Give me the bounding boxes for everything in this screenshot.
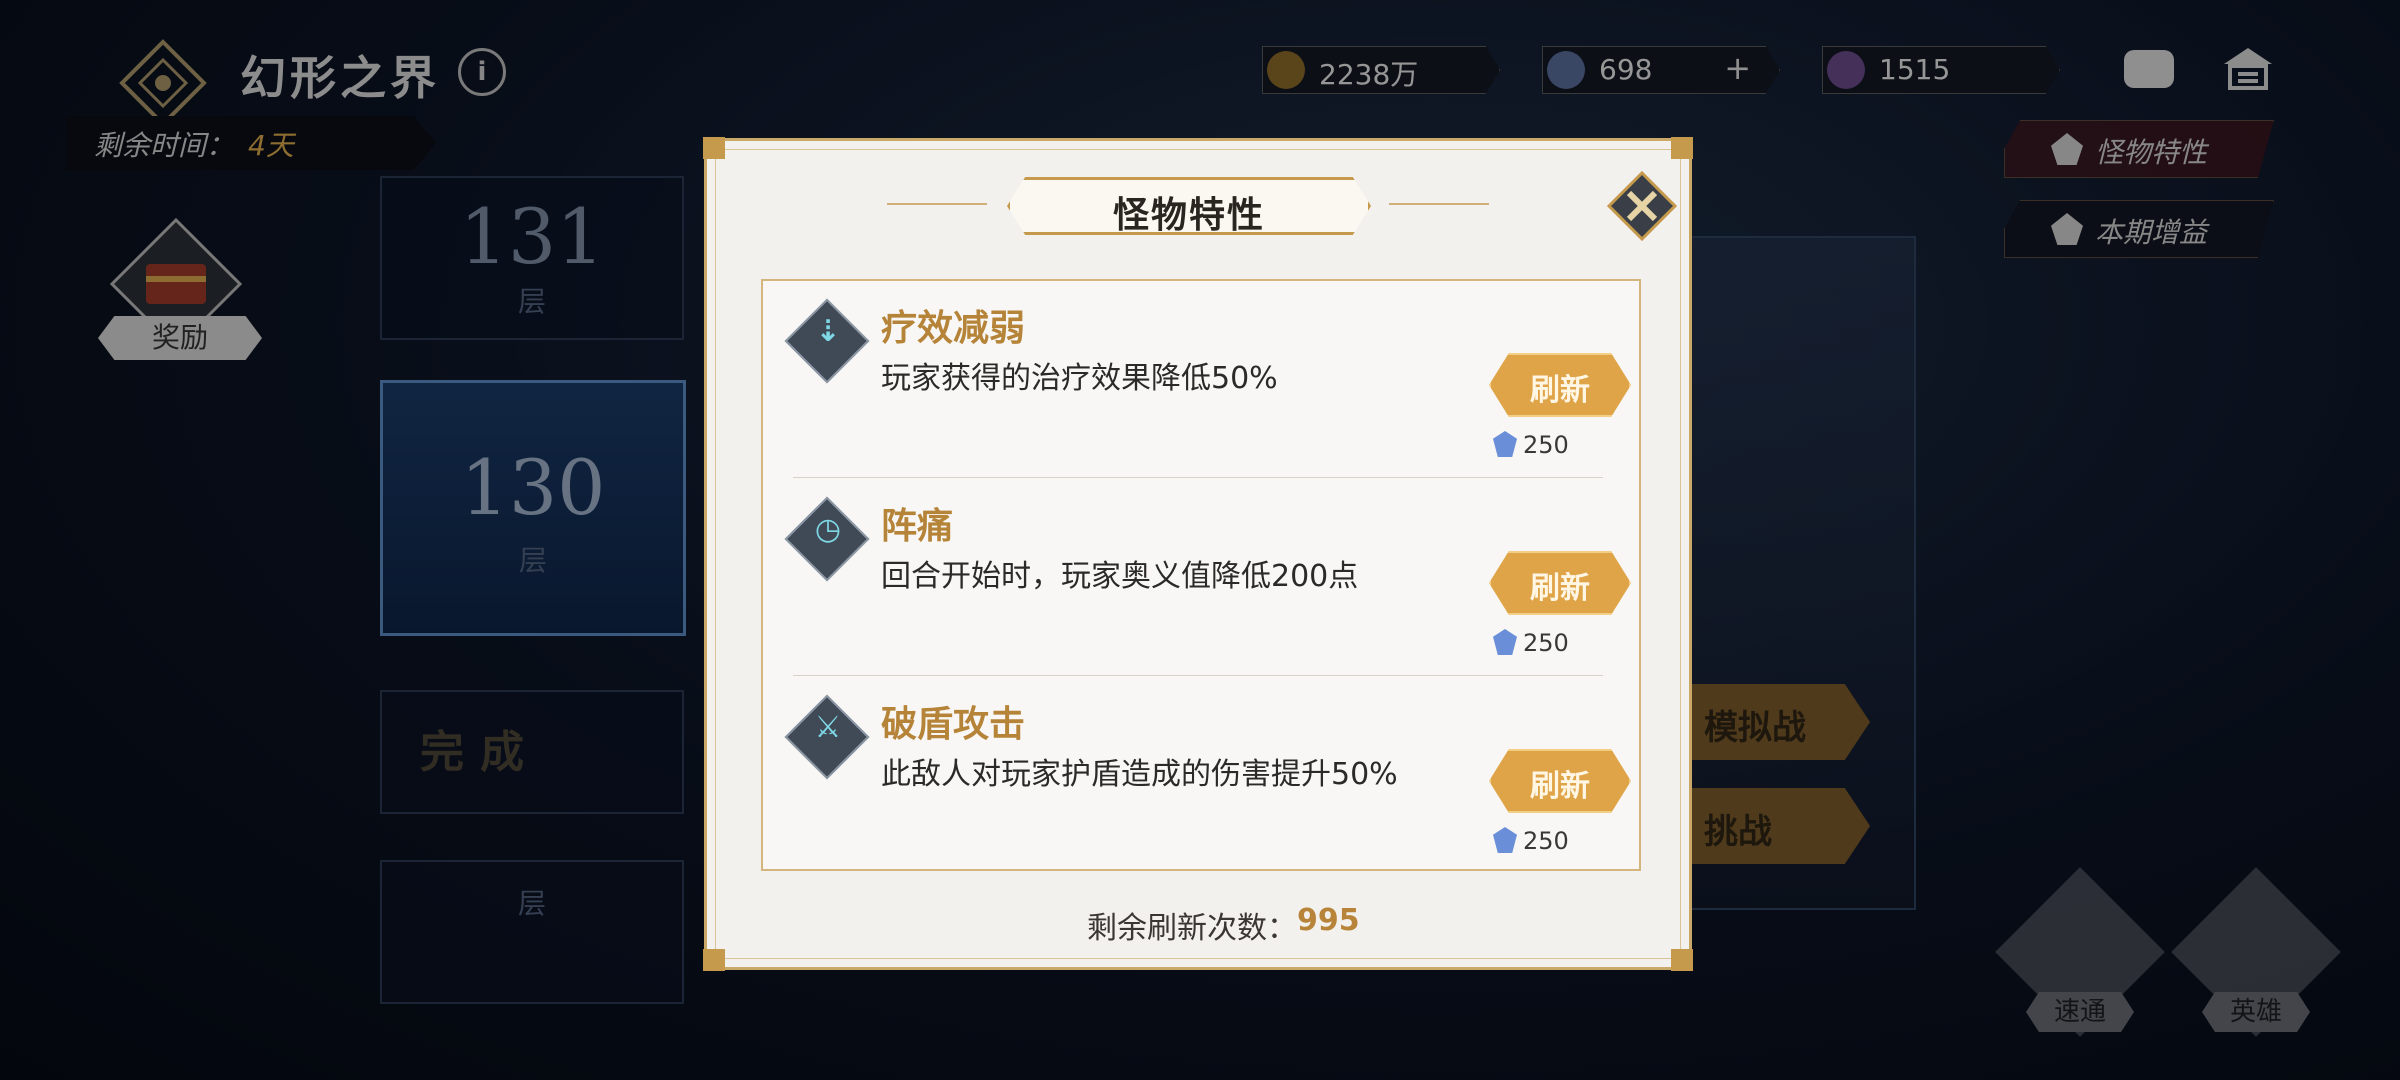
remaining-refresh-count: 995	[1297, 903, 1360, 938]
trait-item: ⚔ 破盾攻击 此敌人对玩家护盾造成的伤害提升50% 刷新 250	[784, 687, 1631, 877]
hero-label: 英雄	[2202, 992, 2310, 1032]
simulate-label: 模拟战	[1704, 708, 1806, 748]
trait-name: 疗效减弱	[881, 308, 1026, 349]
refresh-label: 刷新	[1530, 769, 1590, 804]
monster-traits-button[interactable]: 怪物特性	[2004, 120, 2274, 178]
crystal-icon	[1493, 827, 1517, 853]
corner-ornament	[703, 949, 725, 971]
floor-card-current[interactable]: 130 层	[380, 380, 686, 636]
coin-value: 2238万	[1319, 58, 1419, 91]
refresh-button[interactable]: 刷新	[1489, 353, 1631, 417]
trait-item: ⇣ 疗效减弱 玩家获得的治疗效果降低50% 刷新 250	[784, 291, 1631, 481]
header-ornament-line	[887, 203, 987, 205]
coin-icon	[1267, 51, 1305, 89]
page-title: 幻形之界	[240, 51, 440, 105]
close-icon[interactable]	[1607, 171, 1677, 241]
reward-label[interactable]: 奖励	[98, 316, 262, 360]
floor-card-upper[interactable]: 131 层	[380, 176, 684, 340]
trait-name: 破盾攻击	[881, 704, 1026, 745]
modal-title: 怪物特性	[1112, 195, 1265, 236]
monster-icon	[2051, 133, 2083, 165]
star-shard-icon	[1827, 51, 1865, 89]
add-crystal-button[interactable]: +	[1724, 49, 1751, 87]
season-buff-label: 本期增益	[2095, 216, 2208, 249]
resource-coin[interactable]: 2238万	[1262, 46, 1500, 94]
sweep-label: 速通	[2026, 992, 2134, 1032]
floor-unit: 层	[517, 887, 546, 920]
corner-ornament	[703, 137, 725, 159]
refresh-label: 刷新	[1530, 373, 1590, 408]
refresh-cost: 250	[1523, 827, 1569, 855]
header-ornament-line	[1389, 203, 1489, 205]
refresh-label: 刷新	[1530, 571, 1590, 606]
crystal-value: 698	[1599, 53, 1653, 86]
info-icon[interactable]: i	[458, 48, 506, 96]
trait-list: ⇣ 疗效减弱 玩家获得的治疗效果降低50% 刷新 250 ◷ 阵痛 回合开始时，…	[761, 279, 1641, 871]
floor-number: 130	[460, 443, 606, 532]
resource-star-shard[interactable]: 1515	[1822, 46, 2060, 94]
home-icon[interactable]	[2222, 46, 2274, 90]
shield-break-icon: ⚔	[814, 710, 842, 745]
floor-unit: 层	[517, 285, 546, 318]
crystal-icon	[1547, 51, 1585, 89]
refresh-button[interactable]: 刷新	[1489, 551, 1631, 615]
timer-label: 剩余时间：	[94, 129, 235, 162]
crystal-icon	[1493, 629, 1517, 655]
monster-traits-label: 怪物特性	[2095, 136, 2208, 169]
timer-value: 4天	[248, 129, 294, 162]
floor-card-lower[interactable]: 层	[380, 860, 684, 1004]
modal-title-plate: 怪物特性	[1007, 177, 1371, 235]
trait-description: 玩家获得的治疗效果降低50%	[881, 361, 1278, 396]
resource-crystal[interactable]: 698 +	[1542, 46, 1780, 94]
trait-description: 此敌人对玩家护盾造成的伤害提升50%	[881, 757, 1398, 792]
monster-traits-modal: 怪物特性 ⇣ 疗效减弱 玩家获得的治疗效果降低50% 刷新 250 ◷ 阵痛 回…	[703, 137, 1693, 971]
energy-drain-icon: ◷	[814, 512, 842, 547]
refresh-cost: 250	[1523, 431, 1569, 459]
refresh-cost: 250	[1523, 629, 1569, 657]
completed-label: 完成	[420, 727, 540, 778]
floor-number: 131	[459, 192, 605, 281]
trait-name: 阵痛	[881, 506, 954, 547]
crystal-icon	[1493, 431, 1517, 457]
season-buff-button[interactable]: 本期增益	[2004, 200, 2274, 258]
corner-ornament	[1671, 137, 1693, 159]
heal-reduction-icon: ⇣	[815, 314, 841, 349]
trait-description: 回合开始时，玩家奥义值降低200点	[881, 559, 1359, 594]
star-shard-value: 1515	[1879, 53, 1951, 86]
trait-item: ◷ 阵痛 回合开始时，玩家奥义值降低200点 刷新 250	[784, 489, 1631, 679]
challenge-label: 挑战	[1704, 812, 1772, 852]
mode-emblem-icon	[119, 39, 207, 127]
floor-unit: 层	[518, 544, 547, 577]
buff-icon	[2051, 213, 2083, 245]
refresh-button[interactable]: 刷新	[1489, 749, 1631, 813]
chat-icon[interactable]	[2124, 50, 2174, 88]
corner-ornament	[1671, 949, 1693, 971]
remaining-refresh-label: 剩余刷新次数：	[1087, 911, 1297, 946]
